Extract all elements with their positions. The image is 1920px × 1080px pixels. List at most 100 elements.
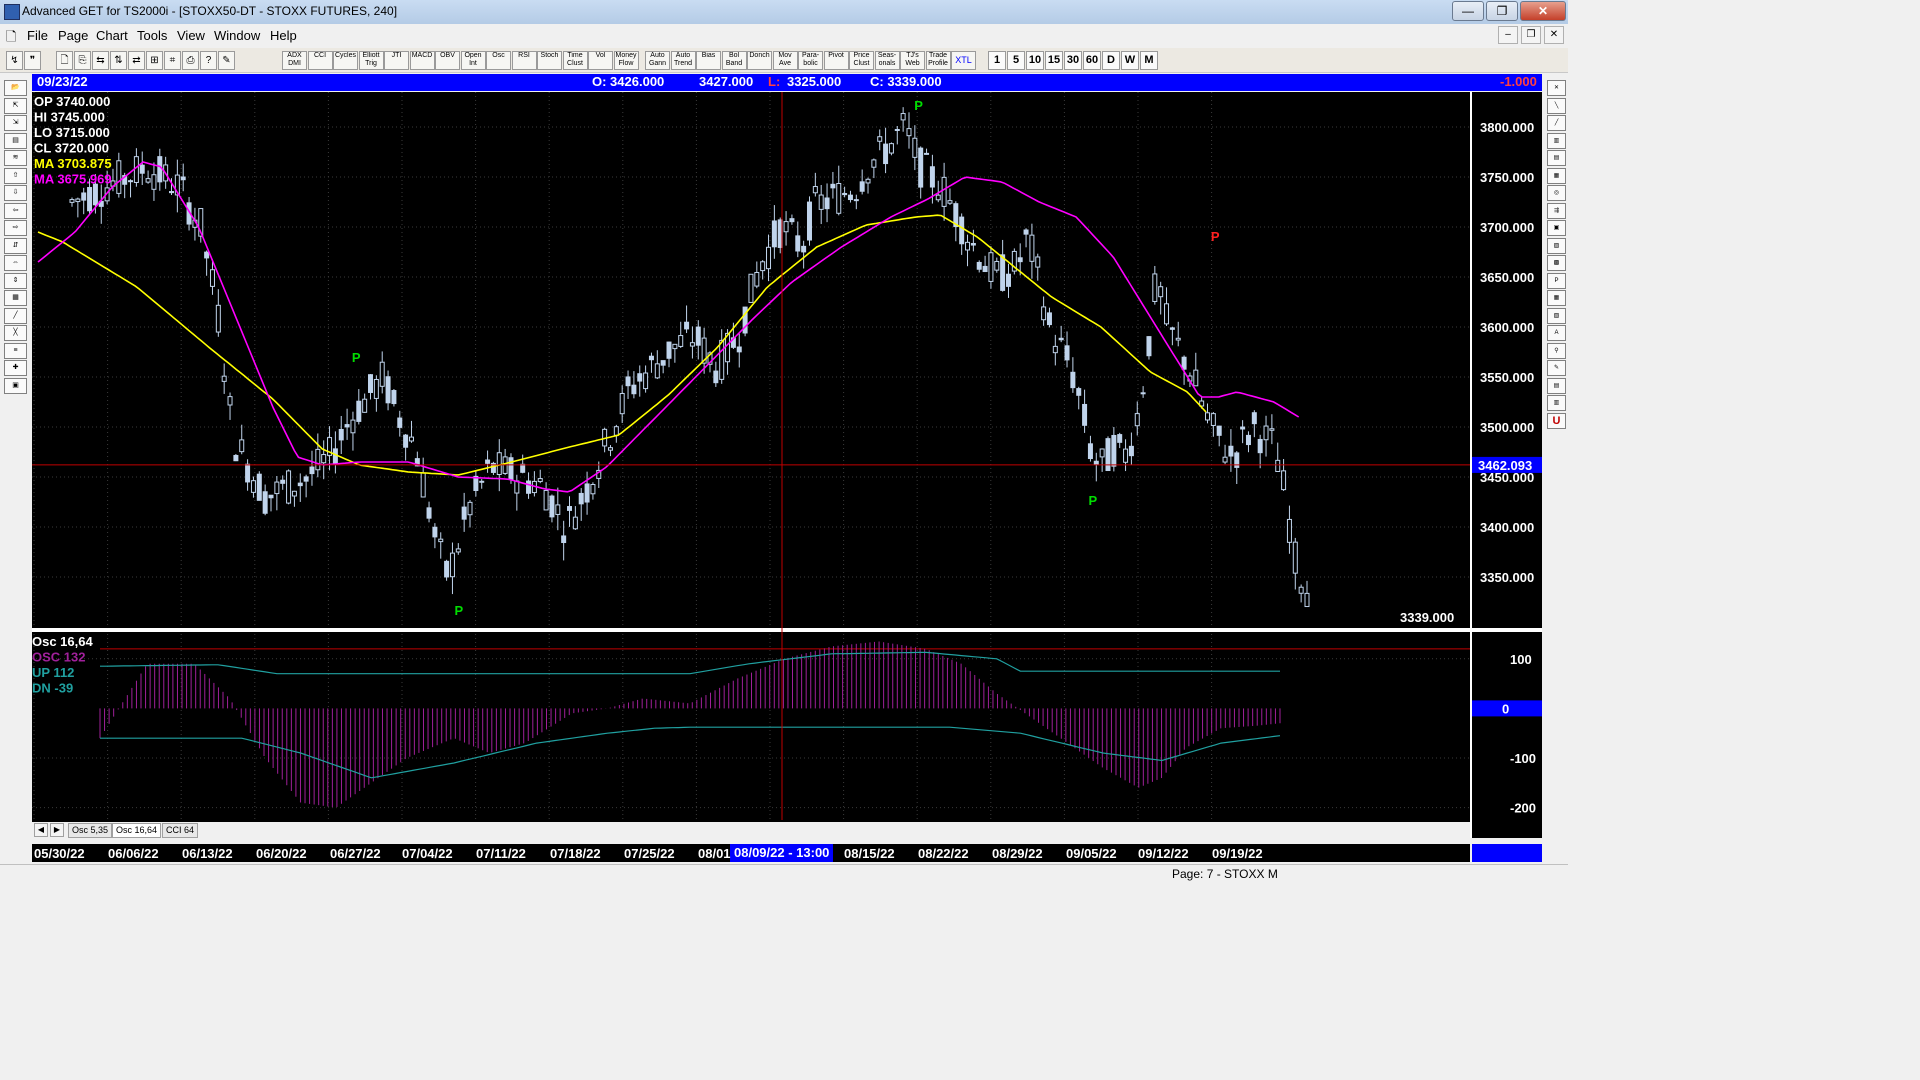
maximize-button[interactable]: ❐ [1486,1,1518,21]
minimize-button[interactable]: — [1452,1,1484,21]
right-tool-icon-10[interactable]: ▩ [1547,255,1566,271]
study-button-elliott-trig[interactable]: Elliott Trig [358,51,384,70]
left-tool-icon-6[interactable]: ⇩ [4,185,27,201]
toolbar-icon-3[interactable]: ⎘ [74,51,91,70]
right-tool-icon-8[interactable]: ▣ [1547,220,1566,236]
timeframe-button-10[interactable]: 10 [1026,51,1044,70]
toolbar-icon-4[interactable]: ⇆ [92,51,109,70]
right-tool-icon-18[interactable]: ▥ [1547,395,1566,411]
menu-page[interactable]: Page [58,28,88,43]
mdi-close-button[interactable]: ✕ [1544,26,1564,44]
right-tool-icon-2[interactable]: ╱ [1547,115,1566,131]
left-tool-icon-3[interactable]: ▤ [4,132,27,149]
study-button-jti[interactable]: JTI [384,51,409,70]
right-tool-icon-16[interactable]: ✎ [1547,360,1566,376]
chart-area[interactable]: P P P P P 3800.000 3750.000 3700.000 3650.000 36… [32,92,1542,838]
toolbar-icon-6[interactable]: ⇄ [128,51,145,70]
study-button-cci[interactable]: CCI [307,51,333,70]
timeframe-button-d[interactable]: D [1102,51,1120,70]
right-tool-icon-9[interactable]: ▨ [1547,237,1566,254]
right-tool-icon-19[interactable]: U [1547,412,1566,429]
left-tool-icon-1[interactable]: ⇱ [4,97,27,114]
menu-doc-icon[interactable]: 🗋 [6,28,16,50]
toolbar-icon-9[interactable]: ⎙ [182,51,199,70]
menu-tools[interactable]: Tools [137,28,167,43]
study-button-time-clust[interactable]: Time Clust [562,51,588,70]
left-tool-icon-2[interactable]: ⇲ [4,115,27,131]
mdi-minimize-button[interactable]: – [1498,26,1518,44]
right-tool-icon-6[interactable]: ◎ [1547,185,1566,201]
study-button-bol-band[interactable]: Bol Band [721,51,747,70]
toolbar-icon-0[interactable]: ↯ [6,51,23,70]
tab-scroll-right-icon[interactable]: ▶ [50,823,64,837]
timeframe-button-5[interactable]: 5 [1007,51,1025,70]
study-button-seas-onals[interactable]: Seas-onals [874,51,900,70]
timeframe-button-1[interactable]: 1 [988,51,1006,70]
timeframe-button-m[interactable]: M [1140,51,1158,70]
study-button-macd[interactable]: MACD [409,51,435,70]
toolbar-icon-2[interactable]: 🗋 [56,51,73,70]
left-tool-icon-10[interactable]: ⇔ [4,255,27,271]
study-button-price-clust[interactable]: Price Clust [849,51,874,70]
right-tool-icon-1[interactable]: ╲ [1547,97,1566,114]
tab-scroll-left-icon[interactable]: ◀ [34,823,48,837]
study-button-stoch[interactable]: Stoch [537,51,562,70]
right-tool-icon-4[interactable]: ▤ [1547,150,1566,166]
menu-chart[interactable]: Chart [96,28,128,43]
right-tool-icon-3[interactable]: ▥ [1547,132,1566,149]
study-button-obv[interactable]: OBV [435,51,460,70]
right-tool-icon-17[interactable]: ▤ [1547,377,1566,394]
right-tool-icon-14[interactable]: A [1547,325,1566,341]
timeframe-button-60[interactable]: 60 [1083,51,1101,70]
study-button-rsi[interactable]: RSI [511,51,537,70]
study-button-osc[interactable]: Osc [486,51,511,70]
toolbar-icon-8[interactable]: ⌗ [164,51,181,70]
left-tool-icon-4[interactable]: ≋ [4,150,27,166]
study-button-bias[interactable]: Bias [696,51,721,70]
toolbar-icon-7[interactable]: ⊞ [146,51,163,70]
close-button[interactable]: ✕ [1520,1,1566,21]
left-tool-icon-13[interactable]: ╱ [4,307,27,324]
timeframe-button-15[interactable]: 15 [1045,51,1063,70]
study-button-auto-gann[interactable]: Auto Gann [645,51,670,70]
left-tool-icon-8[interactable]: ⇨ [4,220,27,236]
menu-help[interactable]: Help [270,28,297,43]
study-button-mov-ave[interactable]: Mov Ave [772,51,798,70]
timeframe-button-w[interactable]: W [1121,51,1139,70]
right-tool-icon-11[interactable]: P [1547,272,1566,289]
left-tool-icon-12[interactable]: ▦ [4,290,27,306]
left-tool-icon-11[interactable]: ⇕ [4,272,27,289]
study-button-tj-s-web[interactable]: TJ's Web [900,51,925,70]
study-button-cycles[interactable]: Cycles [333,51,358,70]
menu-view[interactable]: View [177,28,205,43]
left-tool-icon-7[interactable]: ⇦ [4,202,27,219]
tab-cci-64[interactable]: CCI 64 [162,823,199,838]
toolbar-icon-11[interactable]: ✎ [218,51,235,70]
study-button-auto-trend[interactable]: Auto Trend [670,51,696,70]
menu-window[interactable]: Window [214,28,260,43]
study-button-pivot[interactable]: Pivot [823,51,849,70]
study-button-open-int[interactable]: Open Int [460,51,486,70]
toolbar-icon-10[interactable]: ? [200,51,217,70]
left-tool-icon-0[interactable]: 📂 [4,80,27,96]
right-tool-icon-15[interactable]: ⚲ [1547,342,1566,359]
study-button-adx-dmi[interactable]: ADX DMI [282,51,307,70]
left-tool-icon-5[interactable]: ⇧ [4,167,27,184]
right-tool-icon-5[interactable]: ▦ [1547,167,1566,184]
right-tool-icon-7[interactable]: ⇶ [1547,202,1566,219]
tab-osc-5-35[interactable]: Osc 5,35 [68,823,113,838]
left-tool-icon-17[interactable]: ▣ [4,377,27,394]
study-button-vol[interactable]: Vol [588,51,613,70]
menu-file[interactable]: File [27,28,48,43]
right-tool-icon-0[interactable]: ✕ [1547,80,1566,96]
study-button-trade-profile[interactable]: Trade Profile [925,51,951,70]
study-button-xtl[interactable]: XTL [951,51,976,70]
left-tool-icon-14[interactable]: ╳ [4,325,27,341]
left-tool-icon-16[interactable]: ✚ [4,360,27,376]
mdi-restore-button[interactable]: ❐ [1521,26,1541,44]
study-button-money-flow[interactable]: Money Flow [613,51,639,70]
left-tool-icon-15[interactable]: ≡ [4,342,27,359]
study-button-para-bolic[interactable]: Para-bolic [798,51,823,70]
study-button-donch[interactable]: Donch [747,51,772,70]
right-tool-icon-13[interactable]: ▧ [1547,307,1566,324]
